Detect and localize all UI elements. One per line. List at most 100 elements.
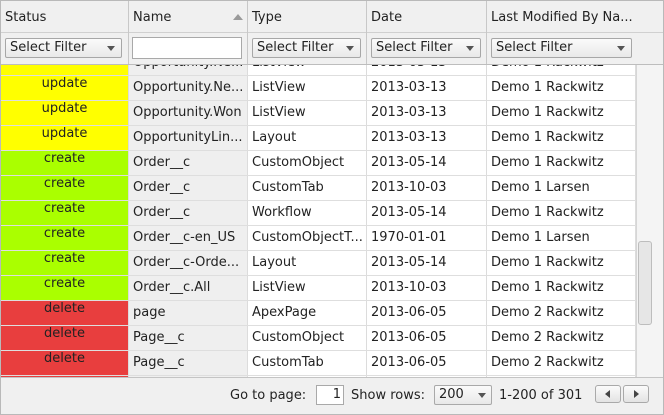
table-row[interactable]: create Order__c.All ListView 2013-10-03 Demo… bbox=[1, 276, 636, 301]
rows-per-page-value: 200 bbox=[439, 387, 464, 402]
table-row[interactable]: create Order__c CustomObject 2013-05-14 Demo… bbox=[1, 151, 636, 176]
chevron-down-icon bbox=[478, 393, 486, 398]
cell-name: Order__c bbox=[129, 151, 248, 175]
goto-page-label: Go to page: bbox=[230, 388, 307, 403]
scrollbar-thumb[interactable] bbox=[638, 241, 652, 325]
cell-modified: Demo 2 Rackwitz bbox=[487, 301, 636, 325]
cell-date: 2013-05-14 bbox=[367, 201, 487, 225]
header-divider bbox=[129, 32, 247, 33]
cell-name: Order__c bbox=[129, 176, 248, 200]
row-range-text: 1-200 of 301 bbox=[499, 388, 583, 403]
column-label-date: Date bbox=[371, 10, 403, 25]
cell-date: 1970-01-01 bbox=[367, 226, 487, 250]
column-header-date[interactable]: Date Select Filter bbox=[367, 1, 487, 64]
column-header-type[interactable]: Type Select Filter bbox=[248, 1, 367, 64]
cell-status: update bbox=[1, 65, 129, 75]
table-row[interactable]: delete Page__c CustomTab 2013-06-05 Demo 2 R… bbox=[1, 351, 636, 376]
header-divider bbox=[248, 32, 366, 33]
chevron-down-icon bbox=[466, 46, 474, 51]
column-header-status[interactable]: Status Select Filter bbox=[1, 1, 129, 64]
column-label-status: Status bbox=[5, 10, 47, 25]
cell-modified: Demo 1 Rackwitz bbox=[487, 201, 636, 225]
cell-name: Order__c.All bbox=[129, 276, 248, 300]
cell-date: 2013-03-13 bbox=[367, 76, 487, 100]
cell-status: delete bbox=[1, 326, 129, 350]
cell-modified: Demo 1 Rackwitz bbox=[487, 101, 636, 125]
cell-name: Page__c bbox=[129, 351, 248, 375]
cell-modified: Demo 1 Larsen bbox=[487, 176, 636, 200]
cell-name: OpportunityLin... bbox=[129, 126, 248, 150]
table-row[interactable]: create Order__c-Orde... Layout 2013-05-14 De… bbox=[1, 251, 636, 276]
cell-date: 2013-06-05 bbox=[367, 301, 487, 325]
cell-name: Opportunity.Ne... bbox=[129, 76, 248, 100]
cell-name: Opportunity.Won bbox=[129, 101, 248, 125]
cell-name: Page__c bbox=[129, 326, 248, 350]
last-modified-filter-select[interactable]: Select Filter bbox=[491, 38, 632, 58]
cell-modified: Demo 2 Rackwitz bbox=[487, 351, 636, 375]
cell-type: CustomTab bbox=[248, 351, 367, 375]
cell-date: 2013-05-14 bbox=[367, 251, 487, 275]
status-filter-value: Select Filter bbox=[10, 40, 87, 55]
cell-type: ListView bbox=[248, 276, 367, 300]
cell-modified: Demo 1 Rackwitz bbox=[487, 276, 636, 300]
previous-page-button[interactable] bbox=[595, 385, 621, 403]
grid-rows: update Opportunity.Ne... ListView 2013-03-1… bbox=[1, 65, 636, 377]
date-filter-select[interactable]: Select Filter bbox=[371, 38, 481, 58]
table-row[interactable]: update Opportunity.Won ListView 2013-03-13 D… bbox=[1, 101, 636, 126]
last-modified-filter-value: Select Filter bbox=[496, 40, 573, 55]
cell-type: ListView bbox=[248, 101, 367, 125]
header-divider bbox=[487, 32, 663, 33]
vertical-scrollbar[interactable] bbox=[636, 65, 663, 377]
data-grid: Status Select Filter Name Type Select Fi… bbox=[0, 0, 664, 415]
cell-type: ApexPage bbox=[248, 301, 367, 325]
cell-modified: Demo 1 Rackwitz bbox=[487, 151, 636, 175]
cell-date: 2013-05-14 bbox=[367, 151, 487, 175]
cell-type: CustomObject bbox=[248, 326, 367, 350]
cell-modified: Demo 1 Rackwitz bbox=[487, 251, 636, 275]
chevron-right-icon bbox=[634, 390, 639, 398]
cell-status: update bbox=[1, 76, 129, 100]
cell-date: 2013-06-05 bbox=[367, 326, 487, 350]
table-row[interactable]: delete page ApexPage 2013-06-05 Demo 2 Rackw… bbox=[1, 301, 636, 326]
table-row[interactable]: updateOpportunity.Ne...ListView2013-03-1… bbox=[1, 65, 636, 76]
chevron-down-icon bbox=[107, 46, 115, 51]
table-row[interactable]: create Order__c-en_US CustomObjectT... 1970… bbox=[1, 226, 636, 251]
cell-name: Order__c-en_US bbox=[129, 226, 248, 250]
next-page-button[interactable] bbox=[623, 385, 649, 403]
sort-ascending-icon[interactable] bbox=[233, 14, 243, 20]
column-header-name[interactable]: Name bbox=[129, 1, 248, 64]
type-filter-select[interactable]: Select Filter bbox=[252, 38, 361, 58]
cell-status: delete bbox=[1, 351, 129, 375]
grid-header: Status Select Filter Name Type Select Fi… bbox=[1, 1, 663, 65]
rows-per-page-select[interactable]: 200 bbox=[434, 385, 492, 405]
table-row[interactable]: delete Page__c CustomObject 2013-06-05 Demo … bbox=[1, 326, 636, 351]
table-row[interactable]: update OpportunityLin... Layout 2013-03-13 D… bbox=[1, 126, 636, 151]
cell-name: Order__c bbox=[129, 201, 248, 225]
table-row[interactable]: create Order__c Workflow 2013-05-14 Demo 1 R… bbox=[1, 201, 636, 226]
header-divider bbox=[1, 32, 128, 33]
table-row[interactable]: updateOpportunity.Ne...ListView2013-03-1… bbox=[1, 76, 636, 101]
column-header-last-modified[interactable]: Last Modified By Na... Select Filter bbox=[487, 1, 663, 64]
page-number-input[interactable]: 1 bbox=[316, 385, 344, 405]
cell-date: 2013-03-13 bbox=[367, 101, 487, 125]
cell-date: 2013-10-03 bbox=[367, 276, 487, 300]
table-row[interactable]: create Order__c CustomTab 2013-10-03 Demo 1 … bbox=[1, 176, 636, 201]
cell-type: ListView bbox=[248, 65, 367, 75]
cell-date: 2013-03-13 bbox=[367, 126, 487, 150]
date-filter-value: Select Filter bbox=[376, 40, 453, 55]
cell-modified: Demo 1 Rackwitz bbox=[487, 76, 636, 100]
cell-modified: Demo 1 Rackwitz bbox=[487, 126, 636, 150]
name-filter-input[interactable] bbox=[132, 37, 242, 59]
type-filter-value: Select Filter bbox=[257, 40, 334, 55]
cell-type: Layout bbox=[248, 251, 367, 275]
status-filter-select[interactable]: Select Filter bbox=[5, 38, 122, 58]
cell-status: create bbox=[1, 226, 129, 250]
cell-type: CustomObject bbox=[248, 151, 367, 175]
cell-modified: Demo 1 Rackwitz bbox=[487, 65, 636, 75]
cell-date: 2013-10-03 bbox=[367, 176, 487, 200]
column-label-type: Type bbox=[252, 10, 282, 25]
chevron-down-icon bbox=[346, 46, 354, 51]
cell-date: 2013-03-13 bbox=[367, 65, 487, 75]
cell-status: update bbox=[1, 126, 129, 150]
grid-body: update Opportunity.Ne... ListView 2013-03-1… bbox=[1, 65, 636, 377]
